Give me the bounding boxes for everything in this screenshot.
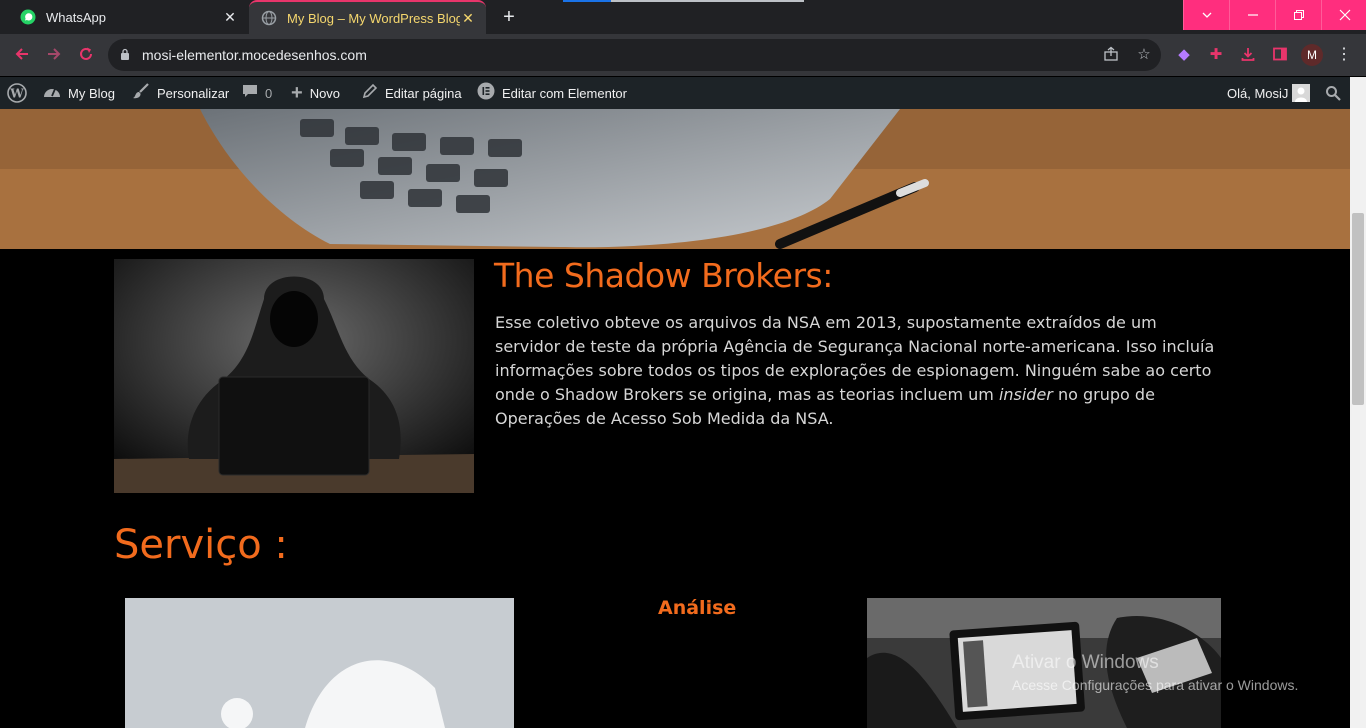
dashboard-gauge-icon — [43, 84, 61, 102]
share-icon[interactable] — [1102, 46, 1120, 64]
globe-icon — [261, 10, 277, 26]
elementor-icon — [477, 82, 495, 104]
minimize-button[interactable] — [1229, 0, 1275, 30]
user-avatar-icon[interactable] — [1292, 84, 1310, 102]
new-tab-button[interactable]: + — [498, 6, 520, 28]
search-icon — [1326, 86, 1341, 101]
plus-icon: + — [291, 81, 303, 104]
close-tab-icon[interactable]: ✕ — [222, 9, 238, 26]
svg-text:W: W — [9, 87, 24, 101]
brush-icon — [132, 82, 150, 104]
account-menu[interactable]: Olá, MosiJ — [1227, 77, 1288, 109]
tab-title: WhatsApp — [46, 9, 106, 25]
lock-icon — [121, 48, 129, 60]
wordpress-icon: W — [7, 83, 27, 103]
puzzle-icon[interactable]: ✚ — [1207, 46, 1225, 64]
arrow-left-icon — [15, 48, 28, 60]
hacker-image — [114, 259, 474, 493]
whatsapp-icon — [20, 9, 36, 25]
kebab-menu-icon[interactable]: ⋮ — [1336, 45, 1352, 65]
edit-elementor-label: Editar com Elementor — [502, 85, 627, 101]
close-tab-icon[interactable]: ✕ — [460, 10, 476, 27]
windows-activation-subtitle: Acesse Configurações para ativar o Windo… — [1012, 677, 1299, 693]
back-button[interactable] — [12, 45, 32, 65]
restore-icon — [1293, 10, 1304, 20]
arrow-right-icon — [48, 48, 61, 60]
window-controls — [1183, 0, 1366, 30]
hero-laptop-image — [0, 109, 1350, 249]
tab-title: My Blog – My WordPress Blog — [287, 10, 460, 26]
edit-page-link[interactable]: Editar página — [362, 77, 462, 109]
close-icon — [1339, 9, 1350, 21]
comments-link[interactable]: 0 — [242, 77, 272, 109]
site-name-link[interactable]: My Blog — [43, 77, 115, 109]
pencil-icon — [362, 83, 378, 103]
star-icon[interactable]: ☆ — [1135, 46, 1153, 64]
restore-button[interactable] — [1275, 0, 1321, 30]
service-analysis-title: Análise — [658, 597, 737, 619]
windows-activation-title: Ativar o Windows — [1012, 652, 1159, 673]
customize-label: Personalizar — [157, 85, 230, 101]
chevron-down-icon — [1202, 12, 1211, 18]
edit-elementor-link[interactable]: Editar com Elementor — [477, 77, 627, 109]
site-name-label: My Blog — [68, 85, 115, 101]
wordpress-logo-button[interactable]: W — [7, 77, 27, 109]
url-text[interactable]: mosi-elementor.mocedesenhos.com — [142, 47, 367, 63]
tab-search-button[interactable] — [1183, 0, 1229, 30]
comments-count: 0 — [265, 85, 273, 101]
new-content-link[interactable]: + Novo — [291, 77, 340, 109]
tab-my-blog[interactable]: My Blog – My WordPress Blog ✕ — [249, 0, 486, 34]
services-heading: Serviço : — [114, 522, 288, 568]
tab-whatsapp[interactable]: WhatsApp ✕ — [8, 0, 248, 34]
reload-button[interactable] — [76, 45, 96, 65]
top-indicator-accent — [563, 0, 611, 2]
reload-icon — [80, 47, 92, 60]
minimize-icon — [1247, 14, 1258, 16]
new-content-label: Novo — [309, 85, 341, 101]
article-title: The Shadow Brokers: — [494, 256, 833, 295]
greeting-label: Olá, MosiJ — [1227, 85, 1289, 101]
profile-avatar[interactable]: M — [1301, 44, 1323, 66]
scrollbar-thumb[interactable] — [1352, 213, 1364, 405]
extension-icon[interactable]: ◆ — [1175, 46, 1193, 64]
edit-page-label: Editar página — [385, 85, 462, 101]
customize-link[interactable]: Personalizar — [132, 77, 229, 109]
laptop-photo — [0, 109, 1350, 249]
placeholder-image — [125, 598, 514, 728]
sidebar-icon[interactable] — [1271, 46, 1289, 64]
download-icon[interactable] — [1239, 46, 1257, 64]
forward-button[interactable] — [44, 45, 64, 65]
close-window-button[interactable] — [1321, 0, 1366, 30]
paragraph-emphasis: insider — [998, 385, 1053, 404]
comment-bubble-icon — [242, 83, 258, 103]
article-paragraph: Esse coletivo obteve os arquivos da NSA … — [495, 311, 1215, 431]
admin-search-button[interactable] — [1325, 77, 1341, 109]
